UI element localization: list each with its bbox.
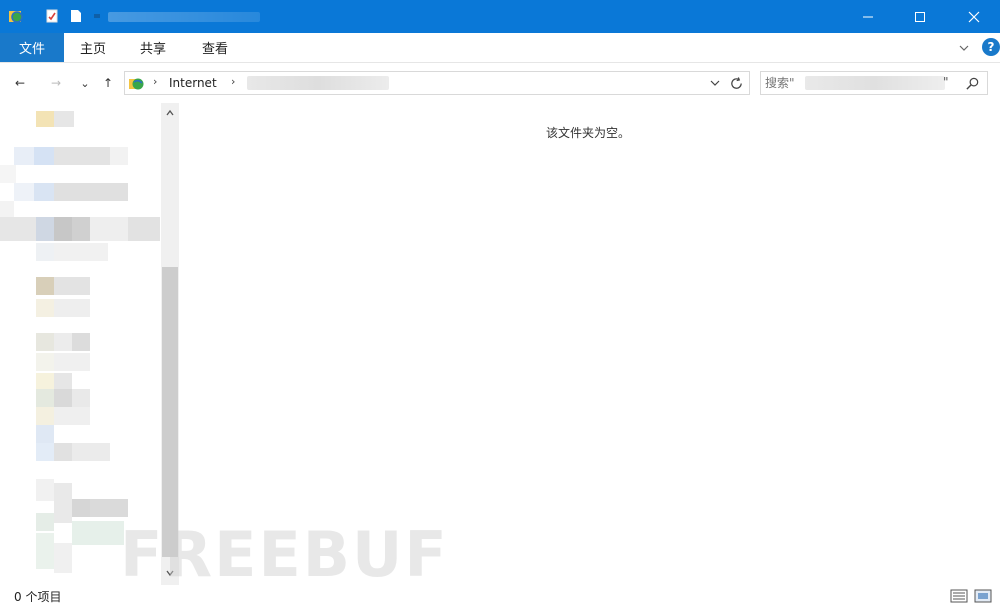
title-bar [0, 0, 1000, 33]
window-title-blurred [108, 12, 260, 22]
nav-item-blurred[interactable] [14, 147, 34, 165]
breadcrumb-separator[interactable]: › [153, 75, 157, 88]
status-bar: 0 个项目 [0, 585, 1000, 608]
minimize-button[interactable] [842, 0, 894, 33]
tab-view[interactable]: 查看 [202, 33, 228, 62]
expand-ribbon-icon[interactable] [956, 40, 972, 56]
scroll-thumb[interactable] [162, 267, 178, 557]
close-icon [968, 11, 980, 22]
properties-icon[interactable] [44, 8, 60, 24]
search-query-blurred [805, 76, 945, 90]
back-button[interactable]: ← [10, 73, 30, 93]
nav-item-blurred[interactable] [36, 425, 54, 443]
nav-item-blurred[interactable] [36, 277, 54, 295]
item-count: 0 个项目 [14, 590, 62, 604]
navigation-pane[interactable] [0, 103, 181, 585]
chevron-up-icon [166, 109, 174, 116]
chevron-down-icon [166, 570, 174, 577]
up-button[interactable]: ↑ [98, 73, 118, 93]
nav-item-blurred[interactable] [14, 183, 34, 201]
tab-file[interactable]: 文件 [0, 33, 64, 62]
search-quote: " [943, 75, 949, 89]
breadcrumb-blurred[interactable] [247, 76, 389, 90]
details-view-icon[interactable] [950, 588, 968, 604]
maximize-icon [915, 11, 925, 22]
nav-item-blurred[interactable] [0, 217, 36, 241]
search-icon[interactable] [965, 76, 980, 91]
nav-item-blurred[interactable] [36, 333, 54, 351]
tab-share[interactable]: 共享 [140, 33, 166, 62]
internet-globe-icon [129, 78, 144, 90]
address-row: ← → ⌄ ↑ › Internet › " [0, 63, 1000, 103]
folder-globe-icon [9, 11, 23, 23]
empty-folder-message: 该文件夹为空。 [546, 126, 631, 140]
maximize-button[interactable] [894, 0, 946, 33]
quick-access-dropdown-icon[interactable] [90, 8, 106, 24]
nav-item-blurred[interactable] [36, 513, 54, 531]
scroll-down-button[interactable] [161, 563, 179, 583]
recent-locations-button[interactable]: ⌄ [75, 73, 95, 93]
nav-item-blurred[interactable] [36, 111, 54, 127]
refresh-icon[interactable] [729, 76, 744, 91]
new-folder-icon[interactable] [68, 8, 84, 24]
scroll-up-button[interactable] [161, 103, 179, 123]
search-box[interactable]: " [760, 71, 988, 95]
close-button[interactable] [948, 0, 1000, 33]
forward-button[interactable]: → [46, 73, 66, 93]
breadcrumb-separator[interactable]: › [231, 75, 235, 88]
nav-pane-scrollbar[interactable] [161, 103, 179, 585]
chevron-down-icon[interactable] [709, 77, 721, 89]
file-list-area[interactable]: 该文件夹为空。 [181, 103, 1000, 585]
large-icons-view-icon[interactable] [974, 588, 992, 604]
tab-home[interactable]: 主页 [80, 33, 106, 62]
breadcrumb-internet[interactable]: Internet [169, 76, 217, 90]
help-icon[interactable]: ? [982, 38, 1000, 56]
minimize-icon [863, 16, 873, 17]
ribbon-tabs: 文件 主页 共享 查看 ? [0, 33, 1000, 63]
address-bar[interactable]: › Internet › [124, 71, 750, 95]
